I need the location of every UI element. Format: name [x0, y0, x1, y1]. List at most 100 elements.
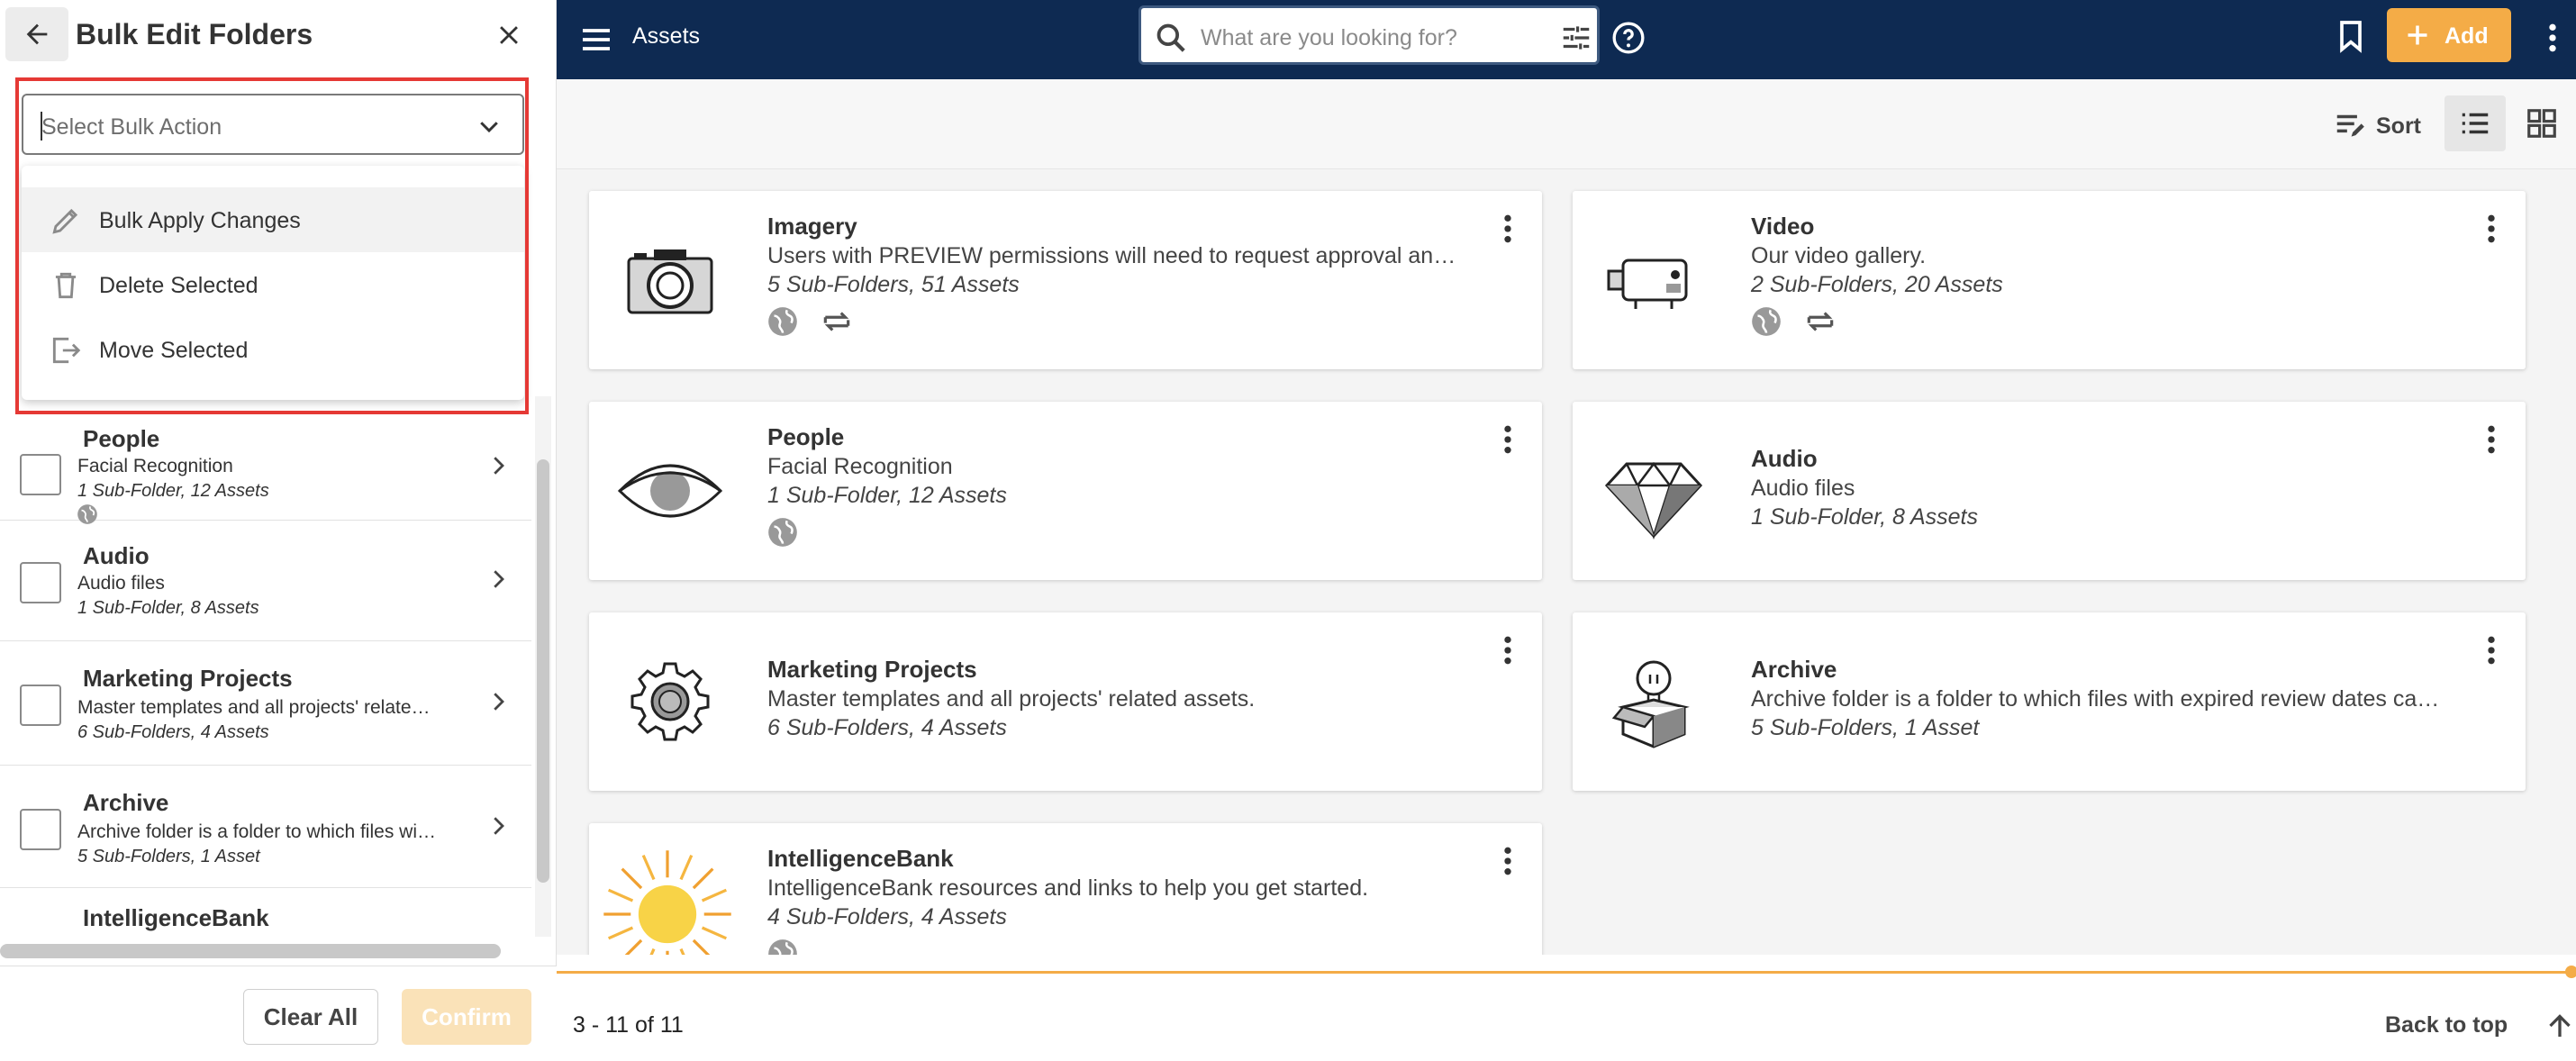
bookmark-icon[interactable]: [2333, 18, 2369, 54]
help-icon[interactable]: [1610, 20, 1646, 56]
folder-card[interactable]: Marketing Projects Master templates and …: [589, 612, 1542, 791]
card-description: Users with PREVIEW permissions will need…: [767, 243, 1456, 268]
list-view-button[interactable]: [2444, 95, 2506, 151]
more-vertical-icon[interactable]: [2473, 422, 2509, 458]
sort-label: Sort: [2376, 113, 2421, 139]
add-button-label: Add: [2444, 23, 2489, 49]
card-title: Marketing Projects: [767, 656, 977, 683]
folder-checkbox[interactable]: [20, 685, 61, 726]
folder-count: 1 Sub-Folder, 12 Assets: [77, 481, 269, 501]
arrow-left-icon: [26, 23, 48, 45]
more-vertical-icon[interactable]: [2473, 211, 2509, 247]
card-count: 6 Sub-Folders, 4 Assets: [767, 715, 1007, 740]
sort-icon: [2336, 114, 2364, 137]
folder-description: Facial Recognition: [77, 456, 233, 476]
clear-all-button[interactable]: Clear All: [243, 989, 378, 1045]
chevron-right-icon: [494, 570, 504, 588]
folder-description: Audio files: [77, 573, 165, 594]
grid-view-button[interactable]: [2515, 95, 2569, 151]
folder-list-horizontal-scrollbar[interactable]: [0, 944, 501, 958]
folder-row[interactable]: People Facial Recognition 1 Sub-Folder, …: [0, 396, 531, 524]
card-title: Imagery: [767, 213, 857, 240]
card-title: Archive: [1751, 656, 1837, 683]
progress-indicator-dot: [2565, 966, 2576, 978]
folder-checkbox[interactable]: [20, 562, 61, 603]
more-vertical-icon[interactable]: [1490, 211, 1526, 247]
card-status-icons: [766, 515, 816, 551]
folder-name: IntelligenceBank: [83, 904, 269, 931]
diamond-icon: [1604, 461, 1703, 540]
panel-header: Bulk Edit Folders: [0, 0, 557, 68]
lightbulb-box-icon: [1611, 660, 1690, 748]
folder-count: 6 Sub-Folders, 4 Assets: [77, 722, 269, 742]
card-status-icons: [766, 937, 816, 955]
card-description: Master templates and all projects' relat…: [767, 686, 1256, 712]
search-input[interactable]: [1201, 21, 1543, 55]
menu-icon[interactable]: [578, 22, 614, 58]
folders-grid: Imagery Users with PREVIEW permissions w…: [557, 169, 2576, 955]
highlight-annotation: [15, 77, 529, 414]
folder-card[interactable]: Imagery Users with PREVIEW permissions w…: [589, 191, 1542, 369]
folder-name: Marketing Projects: [83, 665, 293, 692]
card-description: Facial Recognition: [767, 454, 953, 479]
filter-sliders-icon[interactable]: [1559, 21, 1593, 55]
folder-checkbox[interactable]: [20, 809, 61, 850]
folder-card[interactable]: Archive Archive folder is a folder to wh…: [1573, 612, 2526, 791]
add-button[interactable]: Add: [2387, 8, 2511, 62]
folder-checkbox[interactable]: [20, 454, 61, 495]
pagination-status: 3 - 11 of 11: [573, 1012, 684, 1038]
globe-icon: [1752, 307, 1781, 336]
scrollbar-thumb[interactable]: [537, 459, 549, 883]
chevron-right-icon: [494, 693, 504, 711]
arrow-up-icon: [2549, 1014, 2571, 1037]
panel-title: Bulk Edit Folders: [76, 18, 313, 50]
card-title: Video: [1751, 213, 1815, 240]
folder-row[interactable]: Audio Audio files 1 Sub-Folder, 8 Assets: [0, 521, 531, 641]
search-box[interactable]: [1138, 5, 1600, 65]
more-vertical-icon[interactable]: [2535, 20, 2571, 56]
view-toolbar: Sort: [557, 79, 2576, 169]
card-title: IntelligenceBank: [767, 845, 954, 872]
search-icon: [1156, 23, 1185, 52]
card-count: 5 Sub-Folders, 1 Asset: [1751, 715, 1980, 740]
plus-icon: [2408, 25, 2427, 45]
sun-icon: [603, 850, 731, 955]
sync-icon: [824, 312, 850, 331]
more-vertical-icon[interactable]: [2473, 632, 2509, 668]
grid-view-icon: [2527, 109, 2556, 138]
globe-icon: [768, 307, 797, 336]
folder-row[interactable]: IntelligenceBank: [0, 888, 531, 937]
page-footer: 3 - 11 of 11 Back to top: [557, 966, 2576, 1061]
close-button[interactable]: [486, 13, 531, 58]
more-vertical-icon[interactable]: [1490, 422, 1526, 458]
folder-list-scrollbar[interactable]: [535, 396, 551, 937]
folder-name: Audio: [83, 542, 150, 569]
more-vertical-icon[interactable]: [1490, 632, 1526, 668]
back-to-top-label: Back to top: [2385, 1012, 2508, 1038]
sort-button[interactable]: Sort: [2326, 104, 2425, 144]
folder-card[interactable]: People Facial Recognition 1 Sub-Folder, …: [589, 402, 1542, 580]
chevron-right-icon: [494, 457, 504, 475]
card-title: People: [767, 423, 845, 450]
top-navigation-bar: Assets Add: [557, 0, 2576, 79]
chevron-right-icon: [494, 817, 504, 835]
video-camera-icon: [1607, 258, 1688, 309]
folder-card[interactable]: IntelligenceBank IntelligenceBank resour…: [589, 823, 1542, 955]
folder-row[interactable]: Archive Archive folder is a folder to wh…: [0, 766, 531, 888]
folder-description: Master templates and all projects' relat…: [77, 697, 431, 718]
folder-card[interactable]: Audio Audio files 1 Sub-Folder, 8 Assets: [1573, 402, 2526, 580]
gear-icon: [630, 662, 710, 741]
list-view-icon: [2462, 113, 2489, 134]
back-button[interactable]: [5, 7, 68, 61]
card-count: 2 Sub-Folders, 20 Assets: [1751, 272, 2003, 297]
camera-icon: [627, 249, 713, 314]
folder-card[interactable]: Video Our video gallery. 2 Sub-Folders, …: [1573, 191, 2526, 369]
card-status-icons: [766, 304, 870, 340]
folder-description: Archive folder is a folder to which file…: [77, 821, 436, 842]
more-vertical-icon[interactable]: [1490, 843, 1526, 879]
sync-icon: [1808, 312, 1834, 331]
card-description: Audio files: [1751, 476, 1855, 501]
folder-count: 1 Sub-Folder, 8 Assets: [77, 598, 259, 618]
folder-row[interactable]: Marketing Projects Master templates and …: [0, 641, 531, 766]
confirm-button[interactable]: Confirm: [402, 989, 531, 1045]
